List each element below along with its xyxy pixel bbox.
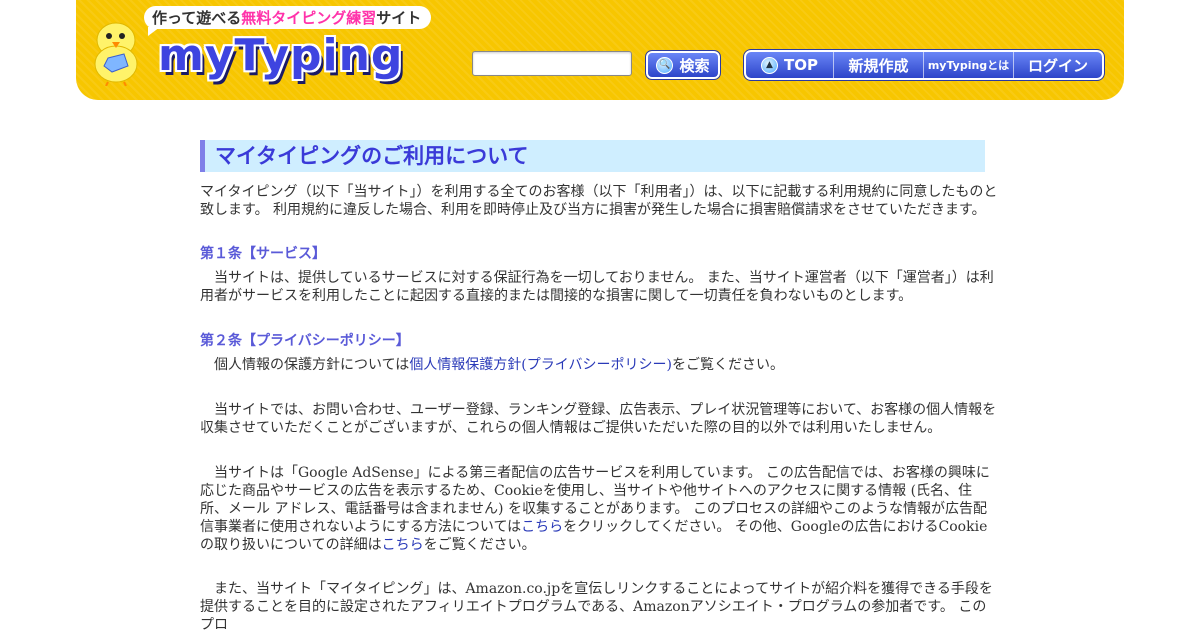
amazon-paragraph: また、当サイト「マイタイピング」は、Amazon.co.jpを宣伝しリンクするこ…: [200, 581, 993, 633]
privacy-paragraph: 個人情報の保護方針については個人情報保護方針(プライバシーポリシー)をご覧くださ…: [200, 356, 1000, 374]
personal-info-paragraph: 当サイトでは、お問い合わせ、ユーザー登録、ランキング登録、広告表示、プレイ状況管…: [200, 402, 997, 436]
tagline-suffix: サイト: [376, 9, 422, 27]
site-header: 作って遊べる 無料タイピング練習 サイト myTyping 🔍 検索 ▲ TOP 新…: [76, 0, 1124, 100]
nav-login[interactable]: ログイン: [1014, 52, 1102, 78]
up-arrow-icon: ▲: [761, 56, 778, 74]
article-1-text: 当サイトは、提供しているサービスに対する保証行為を一切しておりません。 また、当…: [200, 270, 994, 304]
privacy-post: をご覧ください。: [671, 357, 784, 373]
site-tagline: 作って遊べる 無料タイピング練習 サイト: [144, 6, 432, 36]
adsense-text-c: をご覧ください。: [423, 537, 536, 553]
intro-text: マイタイピング（以下「当サイト」）を利用する全てのお客様（以下「利用者」）は、以…: [200, 184, 998, 218]
tagline-prefix: 作って遊べる: [152, 9, 242, 27]
search-input[interactable]: [472, 51, 632, 76]
nav-top-label: TOP: [784, 56, 818, 74]
adsense-paragraph: 当サイトは「Google AdSense」による第三者配信の広告サービスを利用し…: [200, 464, 1000, 554]
search-icon: 🔍: [656, 56, 674, 74]
chick-mascot-icon: [94, 22, 138, 86]
main-nav: ▲ TOP 新規作成 myTypingとは ログイン: [743, 49, 1105, 81]
main-content: マイタイピングのご利用について マイタイピング（以下「当サイト」）を利用する全て…: [200, 140, 1000, 634]
adsense-optout-link[interactable]: こちら: [521, 519, 563, 535]
article-1-title: 第１条【サービス】: [200, 246, 326, 262]
nav-about[interactable]: myTypingとは: [924, 52, 1014, 78]
privacy-pre: 個人情報の保護方針については: [214, 357, 410, 373]
search-button[interactable]: 🔍 検索: [645, 50, 721, 80]
google-cookie-link[interactable]: こちら: [382, 537, 424, 553]
site-logo[interactable]: myTyping: [158, 28, 403, 84]
privacy-policy-link[interactable]: 個人情報保護方針(プライバシーポリシー): [409, 357, 672, 373]
search-button-label: 検索: [679, 56, 710, 75]
nav-new[interactable]: 新規作成: [834, 52, 924, 78]
tagline-highlight: 無料タイピング練習: [241, 9, 377, 27]
nav-top[interactable]: ▲ TOP: [746, 52, 834, 78]
article-2-title: 第２条【プライバシーポリシー】: [200, 333, 410, 349]
page-title: マイタイピングのご利用について: [200, 140, 985, 172]
